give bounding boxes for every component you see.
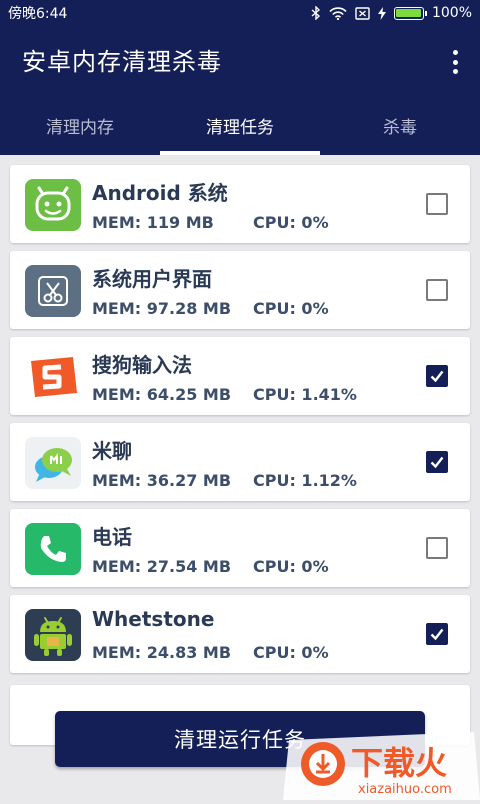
task-name: Whetstone bbox=[92, 607, 215, 631]
task-checkbox[interactable] bbox=[426, 537, 448, 559]
status-time: 傍晚6:44 bbox=[8, 6, 68, 22]
watermark-brand: 下载火 bbox=[351, 744, 447, 782]
task-checkbox[interactable] bbox=[426, 193, 448, 215]
task-card[interactable]: Whetstone MEM: 24.83 MB CPU: 0% bbox=[10, 595, 470, 673]
status-bar: 傍晚6:44 100% bbox=[0, 0, 480, 26]
battery-icon bbox=[393, 6, 427, 20]
status-icons: 100% bbox=[311, 5, 472, 21]
task-name: 系统用户界面 bbox=[92, 267, 212, 291]
task-checkbox[interactable] bbox=[426, 365, 448, 387]
task-cpu: CPU: 0% bbox=[253, 299, 329, 318]
whetstone-icon bbox=[25, 609, 81, 661]
task-card[interactable]: Android 系统 MEM: 119 MB CPU: 0% bbox=[10, 165, 470, 243]
task-cpu: CPU: 1.12% bbox=[253, 471, 357, 490]
bluetooth-icon bbox=[311, 6, 320, 20]
task-card[interactable]: 搜狗输入法 MEM: 64.25 MB CPU: 1.41% bbox=[10, 337, 470, 415]
task-card[interactable]: 系统用户界面 MEM: 97.28 MB CPU: 0% bbox=[10, 251, 470, 329]
task-mem: MEM: 64.25 MB bbox=[92, 385, 232, 404]
tab-antivirus[interactable]: 杀毒 bbox=[320, 96, 480, 155]
battery-percent: 100% bbox=[431, 5, 472, 21]
battery-level-fill bbox=[396, 9, 422, 17]
system-ui-icon bbox=[25, 265, 81, 317]
task-cpu: CPU: 0% bbox=[253, 643, 329, 662]
task-cpu: CPU: 1.41% bbox=[253, 385, 357, 404]
tab-bar: 清理内存 清理任务 杀毒 bbox=[0, 96, 480, 155]
watermark-logo: 下载火 xiazaihuo.com bbox=[283, 730, 480, 800]
android-system-icon bbox=[25, 179, 81, 231]
task-mem: MEM: 24.83 MB bbox=[92, 643, 232, 662]
tab-clean-tasks[interactable]: 清理任务 bbox=[160, 96, 320, 155]
task-mem: MEM: 27.54 MB bbox=[92, 557, 232, 576]
sim-icon bbox=[355, 6, 370, 20]
mitalk-icon bbox=[25, 437, 81, 489]
task-name: 电话 bbox=[92, 525, 132, 549]
task-name: Android 系统 bbox=[92, 181, 228, 205]
task-name: 米聊 bbox=[92, 439, 132, 463]
task-mem: MEM: 97.28 MB bbox=[92, 299, 232, 318]
task-mem: MEM: 119 MB bbox=[92, 213, 214, 232]
task-cpu: CPU: 0% bbox=[253, 557, 329, 576]
more-vert-icon[interactable] bbox=[452, 50, 458, 74]
task-name: 搜狗输入法 bbox=[92, 353, 192, 377]
wifi-icon bbox=[329, 6, 347, 20]
task-checkbox[interactable] bbox=[426, 623, 448, 645]
task-card[interactable]: 电话 MEM: 27.54 MB CPU: 0% bbox=[10, 509, 470, 587]
tab-clean-memory[interactable]: 清理内存 bbox=[0, 96, 160, 155]
task-checkbox[interactable] bbox=[426, 279, 448, 301]
task-mem: MEM: 36.27 MB bbox=[92, 471, 232, 490]
watermark-url: xiazaihuo.com bbox=[358, 782, 452, 797]
sogou-input-icon bbox=[25, 351, 81, 403]
charging-icon bbox=[377, 6, 386, 20]
task-checkbox[interactable] bbox=[426, 451, 448, 473]
phone-icon bbox=[25, 523, 81, 575]
task-card[interactable]: 米聊 MEM: 36.27 MB CPU: 1.12% bbox=[10, 423, 470, 501]
app-bar: 安卓内存清理杀毒 bbox=[0, 26, 480, 96]
app-title: 安卓内存清理杀毒 bbox=[22, 48, 222, 76]
task-cpu: CPU: 0% bbox=[253, 213, 329, 232]
